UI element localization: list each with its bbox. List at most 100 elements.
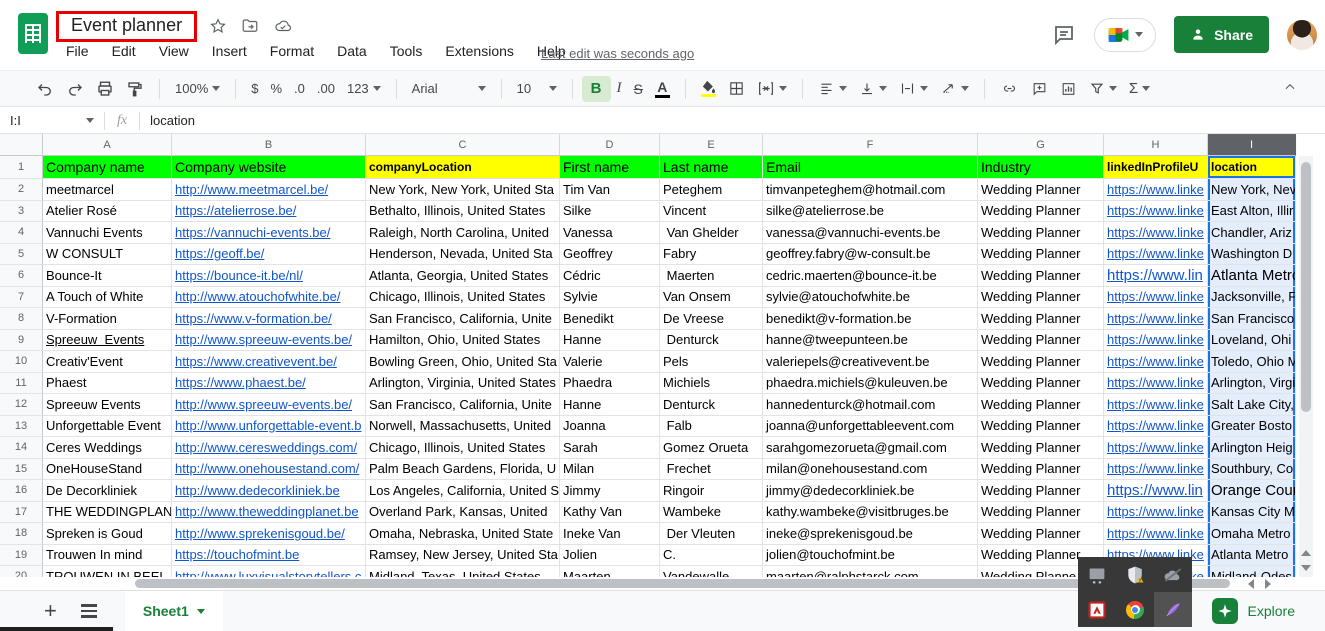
cell[interactable]: https://www.linke — [1104, 244, 1208, 266]
menu-tools[interactable]: Tools — [390, 43, 423, 59]
cell[interactable]: Gomez Orueta — [660, 437, 763, 459]
hide-menus-chevron[interactable] — [1283, 80, 1297, 97]
cell[interactable]: Vandewalle — [660, 566, 763, 577]
cell[interactable]: Kathy Van — [560, 502, 660, 524]
chrome-tray-icon[interactable] — [1116, 592, 1154, 627]
sheet-tab[interactable]: Sheet1 — [125, 591, 223, 631]
cell[interactable]: Loveland, Ohi — [1208, 330, 1296, 352]
cell[interactable]: ineke@sprekenisgoud.be — [763, 523, 978, 545]
cell[interactable]: http://www.sprekenisgoud.be/ — [172, 523, 366, 545]
cell[interactable]: Van Onsem — [660, 287, 763, 309]
cell[interactable]: Ceres Weddings — [43, 437, 172, 459]
cell[interactable]: De Vreese — [660, 308, 763, 330]
format-currency-button[interactable]: $ — [245, 76, 264, 102]
menu-file[interactable]: File — [66, 43, 89, 59]
cell[interactable]: Washington D — [1208, 244, 1296, 266]
cell[interactable]: maarten@ralphstarck.com — [763, 566, 978, 577]
scroll-down-arrow[interactable] — [1301, 565, 1311, 571]
cell[interactable]: W CONSULT — [43, 244, 172, 266]
last-edit-status[interactable]: Last edit was seconds ago — [541, 46, 694, 61]
row-header-20[interactable]: 20 — [0, 566, 43, 577]
remote-display-icon[interactable] — [1078, 557, 1116, 592]
cell[interactable]: Overland Park, Kansas, United — [366, 502, 560, 524]
cell[interactable]: Midland-Odes — [1208, 566, 1296, 577]
insert-link-button[interactable] — [994, 76, 1025, 102]
cell[interactable]: geoffrey.fabry@w-consult.be — [763, 244, 978, 266]
cell[interactable]: Trouwen In mind — [43, 545, 172, 567]
font-select[interactable]: Arial — [406, 76, 492, 102]
name-box[interactable]: I:I — [0, 113, 86, 128]
menu-format[interactable]: Format — [270, 43, 314, 59]
cell[interactable]: https://www.linke — [1104, 201, 1208, 223]
menu-extensions[interactable]: Extensions — [445, 43, 513, 59]
move-to-folder-icon[interactable] — [241, 17, 259, 35]
cell[interactable]: Falb — [660, 416, 763, 438]
cell[interactable]: Arlington, Virginia, United States — [366, 373, 560, 395]
cell[interactable]: https://www.linke — [1104, 179, 1208, 201]
increase-decimal-button[interactable]: .00 — [311, 76, 341, 102]
cell[interactable]: Vincent — [660, 201, 763, 223]
decrease-decimal-button[interactable]: .0 — [288, 76, 311, 102]
text-color-button[interactable]: A — [649, 76, 676, 102]
cell[interactable]: Southbury, Co — [1208, 459, 1296, 481]
star-icon[interactable] — [209, 17, 227, 35]
menu-edit[interactable]: Edit — [112, 43, 136, 59]
column-header-A[interactable]: A — [43, 134, 172, 156]
cell[interactable]: Wedding Planner — [978, 244, 1104, 266]
cell[interactable]: Wedding Planner — [978, 179, 1104, 201]
cell[interactable]: Hamilton, Ohio, United States — [366, 330, 560, 352]
comment-history-icon[interactable] — [1052, 23, 1076, 47]
fill-color-button[interactable] — [695, 76, 722, 102]
row-header-7[interactable]: 7 — [0, 287, 43, 309]
cell[interactable]: Wedding Planner — [978, 265, 1104, 287]
cell[interactable]: Wedding Planner — [978, 373, 1104, 395]
italic-button[interactable]: I — [611, 76, 628, 102]
cell[interactable]: Ringoir — [660, 480, 763, 502]
row-header-14[interactable]: 14 — [0, 437, 43, 459]
cell[interactable]: joanna@unforgettableevent.com — [763, 416, 978, 438]
cell[interactable]: hanne@tweepunteen.be — [763, 330, 978, 352]
cell[interactable]: Omaha Metro — [1208, 523, 1296, 545]
name-box-caret[interactable] — [86, 118, 94, 123]
row-header-6[interactable]: 6 — [0, 265, 43, 287]
cell[interactable]: phaedra.michiels@kuleuven.be — [763, 373, 978, 395]
header-cell-location[interactable]: location — [1208, 156, 1296, 179]
cell[interactable]: Maerten — [660, 265, 763, 287]
header-cell-company-website[interactable]: Company website — [172, 156, 366, 179]
vertical-scrollbar[interactable] — [1299, 156, 1313, 577]
cell[interactable]: https://www.linke — [1104, 222, 1208, 244]
cell[interactable]: Silke — [560, 201, 660, 223]
cell[interactable]: jimmy@dedecorkliniek.be — [763, 480, 978, 502]
cell[interactable]: https://vannuchi-events.be/ — [172, 222, 366, 244]
cell[interactable]: Hanne — [560, 394, 660, 416]
header-cell-linkedinprofileu[interactable]: linkedInProfileU — [1104, 156, 1208, 179]
cell[interactable]: http://www.atouchofwhite.be/ — [172, 287, 366, 309]
column-header-D[interactable]: D — [560, 134, 660, 156]
sheet-tab-menu-caret[interactable] — [197, 609, 205, 614]
cell[interactable]: Bowling Green, Ohio, United Sta — [366, 351, 560, 373]
cell[interactable]: Toledo, Ohio M — [1208, 351, 1296, 373]
cell[interactable]: San Francisco — [1208, 308, 1296, 330]
cell[interactable]: http://www.onehousestand.com/ — [172, 459, 366, 481]
insert-comment-button[interactable] — [1025, 76, 1054, 102]
cell[interactable]: Atelier Rosé — [43, 201, 172, 223]
cell[interactable]: benedikt@v-formation.be — [763, 308, 978, 330]
row-header-18[interactable]: 18 — [0, 523, 43, 545]
cell[interactable]: Omaha, Nebraska, United State — [366, 523, 560, 545]
header-cell-first-name[interactable]: First name — [560, 156, 660, 179]
cell[interactable]: https://www.linke — [1104, 287, 1208, 309]
cell[interactable]: Fabry — [660, 244, 763, 266]
vertical-align-button[interactable] — [853, 76, 893, 102]
cell[interactable]: Spreeuw Events — [43, 394, 172, 416]
cell[interactable]: https://www.linke — [1104, 502, 1208, 524]
cell[interactable]: https://www.linke — [1104, 523, 1208, 545]
cell[interactable]: Wedding Planner — [978, 502, 1104, 524]
row-header-3[interactable]: 3 — [0, 201, 43, 223]
row-header-5[interactable]: 5 — [0, 244, 43, 266]
cell[interactable]: Midland, Texas, United States — [366, 566, 560, 577]
cell[interactable]: OneHouseStand — [43, 459, 172, 481]
cell[interactable]: http://www.theweddingplanet.be — [172, 502, 366, 524]
functions-button[interactable]: Σ — [1123, 76, 1156, 102]
cell[interactable]: East Alton, Illir — [1208, 201, 1296, 223]
cell[interactable]: Wedding Planner — [978, 351, 1104, 373]
